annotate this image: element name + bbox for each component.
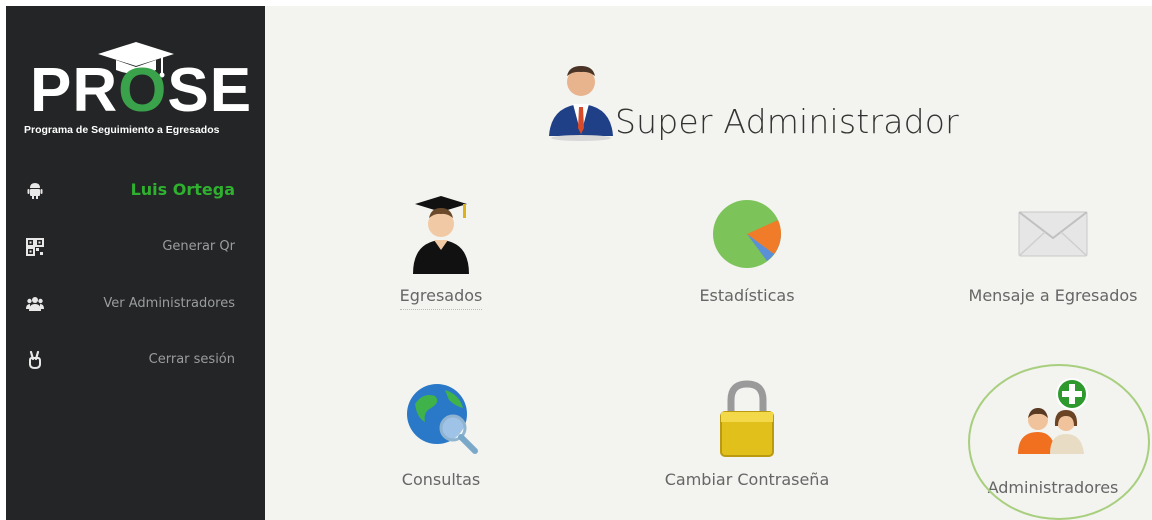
padlock-icon	[720, 380, 774, 457]
sidebar: PROSE Programa de Seguimiento a Egresado…	[6, 6, 265, 520]
tile-consultas[interactable]: Consultas	[331, 378, 551, 518]
pie-chart-icon	[713, 200, 781, 268]
users-icon	[26, 297, 44, 311]
graduate-icon	[413, 196, 469, 274]
tile-egresados[interactable]: Egresados	[331, 194, 551, 334]
page-title: Super Administrador	[615, 102, 959, 141]
globe-search-icon	[407, 384, 478, 454]
sidebar-user[interactable]: Luis Ortega	[6, 171, 265, 211]
envelope-icon	[1018, 211, 1088, 257]
tile-label: Estadísticas	[699, 286, 795, 305]
logo-wordmark: PROSE	[30, 56, 253, 125]
tile-mensaje-a-egresados[interactable]: Mensaje a Egresados	[943, 194, 1152, 334]
sidebar-item-label: Ver Administradores	[103, 296, 235, 311]
logo-tagline: Programa de Seguimiento a Egresados	[24, 124, 220, 136]
tile-label: Consultas	[401, 470, 481, 489]
selection-highlight-ring	[968, 364, 1150, 520]
tile-label: Egresados	[399, 286, 483, 310]
businessman-avatar-icon	[549, 66, 613, 141]
peace-hand-icon	[29, 351, 41, 369]
user-name: Luis Ortega	[130, 180, 235, 199]
sidebar-item-generar-qr[interactable]: Generar Qr	[6, 228, 265, 268]
sidebar-item-label: Generar Qr	[162, 239, 235, 254]
sidebar-item-ver-administradores[interactable]: Ver Administradores	[6, 285, 265, 325]
tile-label: Mensaje a Egresados	[968, 286, 1138, 305]
tile-cambiar-contrasena[interactable]: Cambiar Contraseña	[637, 378, 857, 518]
qr-code-icon	[26, 238, 44, 256]
sidebar-item-cerrar-sesion[interactable]: Cerrar sesión	[6, 341, 265, 381]
prose-logo[interactable]: PROSE Programa de Seguimiento a Egresado…	[24, 40, 253, 150]
sidebar-item-label: Cerrar sesión	[148, 352, 235, 367]
android-icon	[27, 183, 43, 199]
tile-label: Cambiar Contraseña	[664, 470, 830, 489]
tile-estadisticas[interactable]: Estadísticas	[637, 194, 857, 334]
